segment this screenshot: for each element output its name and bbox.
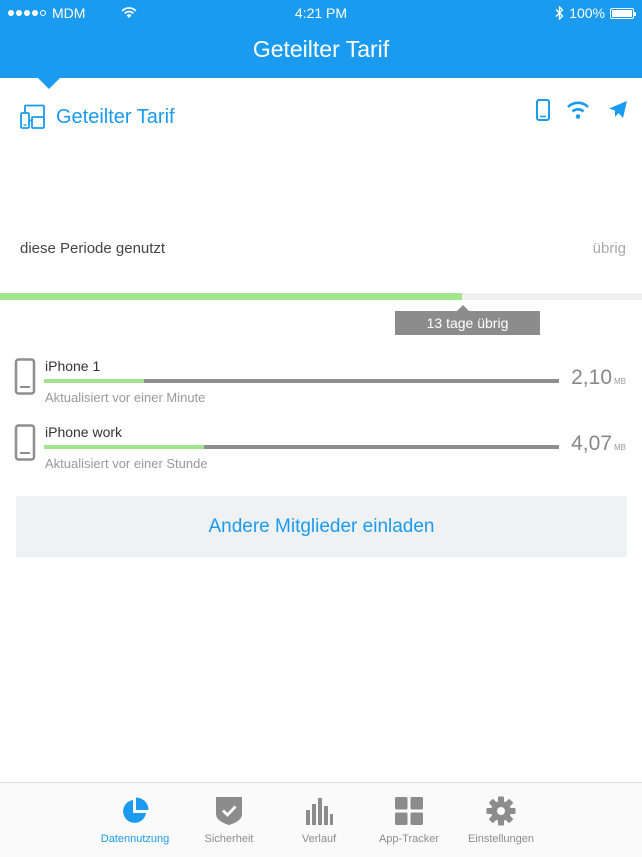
period-used-label: diese Periode genutzt	[20, 240, 166, 257]
smartphone-icon[interactable]	[536, 99, 550, 121]
phone-icon	[14, 424, 36, 461]
device-name: iPhone work	[45, 424, 123, 440]
device-usage-bar	[44, 379, 559, 383]
device-usage: 4,07 MB	[571, 432, 626, 456]
shield-icon	[216, 797, 242, 825]
tab-label: Sicherheit	[204, 833, 254, 845]
plan-title: Geteilter Tarif	[56, 105, 175, 128]
nav-title: Geteilter Tarif	[252, 36, 390, 62]
invite-members-button[interactable]: Andere Mitglieder einladen	[16, 496, 627, 557]
remaining-label: übrig	[592, 240, 626, 257]
tab-bar: Datennutzung Sicherheit Verlauf App-Trac…	[0, 782, 642, 857]
usage-unit: MB	[614, 377, 626, 386]
nav-pointer-arrow	[38, 78, 60, 89]
device-row[interactable]: iPhone work Aktualisiert vor einer Stund…	[0, 424, 642, 484]
connection-type-icons	[536, 98, 630, 122]
device-usage-fill	[44, 445, 204, 449]
status-right: 100%	[555, 5, 636, 21]
device-usage-bar	[44, 445, 559, 449]
tab-label: Verlauf	[301, 833, 337, 845]
device-usage-fill	[44, 379, 145, 383]
tab-einstellungen[interactable]: Einstellungen	[456, 795, 546, 845]
bar-chart-icon	[306, 798, 333, 825]
bluetooth-icon	[555, 6, 564, 20]
tab-label: App-Tracker	[378, 833, 440, 845]
pie-chart-icon	[123, 797, 149, 823]
tab-label: Datennutzung	[100, 833, 170, 845]
tab-datennutzung[interactable]: Datennutzung	[90, 795, 180, 845]
tab-app-tracker[interactable]: App-Tracker	[364, 795, 454, 845]
device-usage: 2,10 MB	[571, 366, 626, 390]
battery-icon	[610, 7, 636, 19]
period-progress-bar	[0, 293, 642, 300]
grid-icon	[395, 797, 423, 825]
usage-value: 2,10	[571, 366, 612, 389]
usage-unit: MB	[614, 443, 626, 452]
device-updated-text: Aktualisiert vor einer Stunde	[45, 456, 208, 471]
device-name: iPhone 1	[45, 358, 101, 374]
devices-icon	[20, 104, 45, 129]
device-row[interactable]: iPhone 1 Aktualisiert vor einer Minute 2…	[0, 358, 642, 418]
wifi-icon[interactable]	[566, 101, 590, 119]
tab-label: Einstellungen	[467, 833, 535, 845]
status-time: 4:21 PM	[294, 5, 348, 21]
tab-verlauf[interactable]: Verlauf	[274, 795, 364, 845]
period-progress-fill	[0, 293, 463, 300]
plan-header: Geteilter Tarif	[20, 104, 175, 130]
status-bar: MDM 4:21 PM 100%	[0, 0, 642, 26]
days-remaining-badge: 13 tage übrig	[395, 305, 540, 335]
device-updated-text: Aktualisiert vor einer Minute	[45, 390, 206, 405]
battery-percent: 100%	[569, 5, 605, 21]
airplane-icon[interactable]	[606, 98, 630, 122]
usage-value: 4,07	[571, 432, 612, 455]
tab-sicherheit[interactable]: Sicherheit	[184, 795, 274, 845]
gear-icon	[486, 796, 516, 826]
navigation-bar: Geteilter Tarif	[0, 26, 642, 78]
phone-icon	[14, 358, 36, 395]
